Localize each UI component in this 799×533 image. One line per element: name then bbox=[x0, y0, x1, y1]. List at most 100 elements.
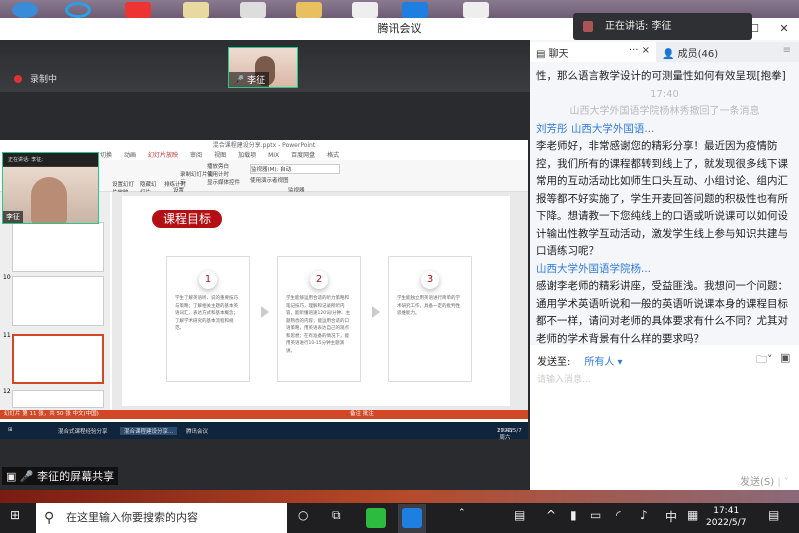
ribbon-tab[interactable]: 视图 bbox=[214, 152, 226, 159]
ribbon-tab-active[interactable]: 幻灯片放映 bbox=[148, 152, 178, 159]
message-sender[interactable]: 山西大学外国语学院杨... bbox=[536, 261, 793, 279]
status-text: 幻灯片 第 11 张，共 50 张 中文(中国) bbox=[4, 411, 99, 417]
tab-chat-label: 聊天 bbox=[548, 49, 569, 60]
ppt-status-bar: 幻灯片 第 11 张，共 50 张 中文(中国) 备注 批注 bbox=[0, 410, 528, 419]
presenter-view-checkbox[interactable]: 使用演示者视图 bbox=[250, 176, 289, 184]
screen-share-label: ▣ 🎤 李征的屏幕共享 bbox=[2, 467, 119, 485]
slide-canvas: 课程目标 1 学生了解英语听、说的重要技巧与策略；了解相关主题的基本英语词汇、表达… bbox=[112, 192, 528, 410]
desktop-icon[interactable] bbox=[352, 2, 378, 18]
desktop-icon[interactable] bbox=[65, 2, 91, 18]
play-narration-checkbox[interactable]: 播放旁白 bbox=[207, 162, 229, 170]
search-placeholder: 在这里输入你要搜索的内容 bbox=[66, 511, 198, 524]
cam-speaking: 正在讲话: 李征; bbox=[3, 153, 98, 166]
card-text: 学生能独立用英语进行简单的学术研究工作，具备一定的批判性思维能力。 bbox=[397, 296, 460, 316]
pen-icon[interactable]: ♪ bbox=[640, 508, 648, 522]
wifi-icon[interactable]: ◜ bbox=[616, 508, 621, 522]
tab-chat[interactable]: ▤ 聊天 ··· × bbox=[530, 42, 656, 62]
search-icon: ⚲ bbox=[44, 510, 55, 526]
task-view-icon[interactable]: ⧉ bbox=[332, 508, 341, 523]
slide-thumbnail[interactable] bbox=[12, 276, 104, 326]
card-number: 1 bbox=[199, 271, 217, 289]
battery-icon[interactable]: ▭ bbox=[590, 508, 601, 522]
desktop-icon[interactable] bbox=[296, 2, 322, 18]
record-dot-icon bbox=[14, 75, 22, 83]
ribbon-tab[interactable]: 审阅 bbox=[190, 152, 202, 159]
keyboard-icon[interactable]: ▦ bbox=[687, 508, 698, 522]
slide-number: 12 bbox=[3, 388, 11, 395]
monitor-select[interactable]: 监视器(M): 自动 bbox=[250, 164, 340, 174]
goal-card: 3 学生能独立用英语进行简单的学术研究工作，具备一定的批判性思维能力。 bbox=[388, 256, 472, 382]
slide-title: 课程目标 bbox=[152, 210, 222, 228]
desktop-icon[interactable] bbox=[12, 2, 38, 18]
recording-indicator: 录制中 bbox=[14, 72, 57, 85]
chat-input-area: 发送至: 所有人 ▾ 🗀˅ ▣ 请输入消息... 发送(S) | ˅ bbox=[530, 345, 799, 490]
cam-name: 李征 bbox=[3, 211, 23, 223]
taskbar-search[interactable]: ⚲ 在这里输入你要搜索的内容 bbox=[36, 503, 287, 533]
desktop-icon[interactable] bbox=[125, 2, 151, 18]
message-input[interactable]: 请输入消息... bbox=[537, 372, 591, 385]
slide-thumbnail[interactable] bbox=[12, 222, 104, 272]
tab-members-label: 成员(46) bbox=[677, 49, 719, 60]
chat-panel: ▤ 聊天 ··· × 👤 成员(46) ≡ 性，那么语言教学设计的可测量性如何有效呈… bbox=[530, 40, 799, 490]
message-sender[interactable]: 刘芳彤 山西大学外国语... bbox=[536, 121, 793, 139]
send-button[interactable]: 发送(S) | ˅ bbox=[740, 473, 789, 488]
desktop-wallpaper bbox=[0, 490, 799, 503]
slide-thumbnail-selected[interactable] bbox=[12, 334, 104, 384]
menu-icon[interactable]: ≡ bbox=[783, 45, 791, 56]
remote-task-item: 腾讯会议 bbox=[186, 429, 209, 435]
desktop-icon[interactable] bbox=[240, 2, 266, 18]
mic-icon bbox=[583, 21, 593, 32]
use-timings-checkbox[interactable]: 使用计时 bbox=[207, 170, 229, 178]
show-media-controls-checkbox[interactable]: 显示媒体控件 bbox=[207, 178, 240, 186]
start-button[interactable]: ⊞ bbox=[10, 508, 20, 522]
card-number: 3 bbox=[421, 271, 439, 289]
file-icon[interactable]: 🗀˅ bbox=[756, 351, 773, 370]
cortana-icon[interactable]: ○ bbox=[298, 508, 308, 522]
chat-tab-more-close[interactable]: ··· × bbox=[629, 45, 650, 56]
ime-indicator[interactable]: 中 bbox=[665, 508, 677, 525]
chat-icon: ▤ bbox=[536, 49, 549, 60]
ribbon-tab[interactable]: MIX bbox=[268, 152, 279, 159]
desktop-icon[interactable] bbox=[183, 2, 209, 18]
desktop-icon[interactable] bbox=[463, 2, 489, 18]
ribbon-tab[interactable]: 切换 bbox=[100, 152, 112, 159]
card-text: 学生能够运用合适的听力策略和笔记技巧，理解和记录所听内容，能听懂语速120词/分… bbox=[286, 296, 351, 354]
tab-members[interactable]: 👤 成员(46) ≡ bbox=[656, 42, 799, 62]
message-text: 李老师好，非常感谢您的精彩分享！最近因为疫情防控，我们所有的课程都转到线上了，就… bbox=[536, 140, 788, 257]
slide-thumbnails: 10 11 12 bbox=[0, 192, 110, 410]
ribbon-tab[interactable]: 格式 bbox=[327, 152, 339, 159]
ribbon-tab[interactable]: 动画 bbox=[124, 152, 136, 159]
screenshot-icon[interactable]: ▣ bbox=[780, 351, 790, 364]
clock-time: 17:41 bbox=[713, 506, 740, 516]
message-time: 17:40 bbox=[650, 88, 679, 100]
send-to-select[interactable]: 所有人 ▾ bbox=[584, 357, 622, 368]
message-text: 感谢李老师的精彩讲座，受益匪浅。我想问一个问题：通用学术英语听说和一般的英语听说… bbox=[536, 280, 788, 344]
remote-taskbar: ⊞ 混合式课程经验分享 混合课程建设分享... 腾讯会议 17:41 周六 202… bbox=[0, 422, 528, 441]
slide-thumbnail[interactable] bbox=[12, 390, 104, 408]
remote-date: 2022/5/7 bbox=[497, 428, 522, 434]
tencent-meeting-taskbar-item[interactable] bbox=[398, 504, 426, 533]
desktop-icon[interactable] bbox=[402, 2, 428, 18]
tray-expand-icon[interactable]: ^ bbox=[546, 508, 556, 522]
share-label-text: 李征的屏幕共享 bbox=[37, 470, 115, 483]
remote-task-item: 混合课程建设分享... bbox=[120, 427, 178, 435]
speaker-video-thumbnail[interactable]: 🎤 李征 bbox=[228, 47, 298, 88]
wechat-icon[interactable] bbox=[366, 508, 386, 528]
card-text: 学生了解英语听、说的重要技巧与策略；了解相关主题的基本英语词汇、表达方式和基本概… bbox=[175, 296, 238, 331]
send-button-label: 发送(S) bbox=[740, 477, 775, 488]
speaker-name-text: 李征 bbox=[247, 76, 266, 86]
status-right[interactable]: 备注 批注 bbox=[350, 410, 374, 419]
clock[interactable]: 17:41 2022/5/7 bbox=[706, 505, 746, 529]
ribbon-tab[interactable]: 加载项 bbox=[238, 152, 256, 159]
close-button[interactable]: ✕ bbox=[769, 18, 799, 40]
presenter-face bbox=[31, 177, 67, 223]
send-to-label: 发送至: bbox=[537, 357, 571, 368]
chat-messages[interactable]: 性，那么语言教学设计的可测量性如何有效呈现[抱拳] 17:40 山西大学外国语学… bbox=[530, 62, 799, 344]
usb-icon[interactable]: ▮ bbox=[570, 508, 577, 522]
notification-icon[interactable]: ▤ bbox=[768, 508, 779, 522]
scroll-arrows-icon[interactable]: ⌃ bbox=[458, 508, 466, 518]
ribbon-tab[interactable]: 百度网盘 bbox=[291, 152, 315, 159]
news-icon[interactable]: ▤ bbox=[514, 508, 525, 522]
message-text: 性，那么语言教学设计的可测量性如何有效呈现[抱拳] bbox=[536, 70, 786, 82]
slide[interactable]: 课程目标 1 学生了解英语听、说的重要技巧与策略；了解相关主题的基本英语词汇、表达… bbox=[122, 196, 510, 406]
